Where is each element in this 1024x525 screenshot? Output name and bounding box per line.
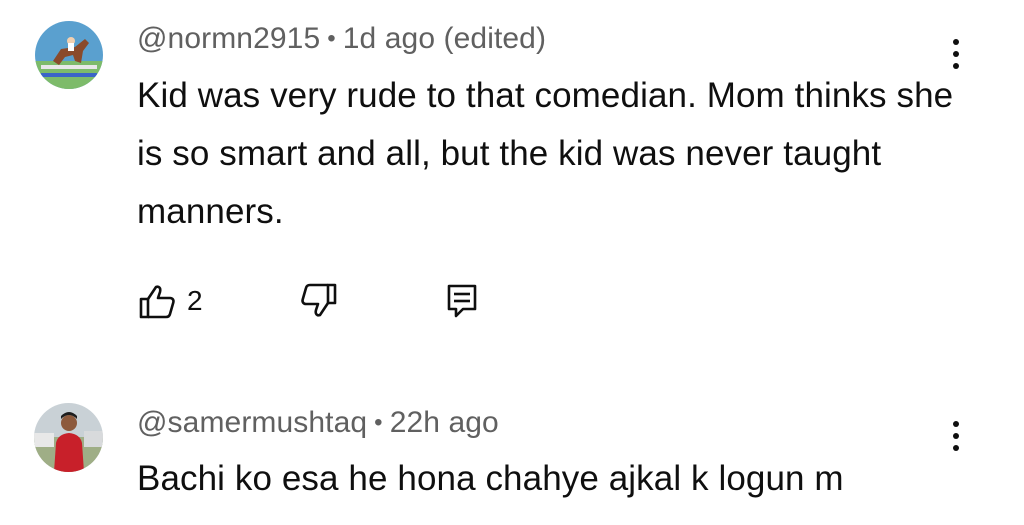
thumbs-up-icon: [139, 285, 175, 319]
comment-meta: @normn2915 • 1d ago (edited): [137, 22, 546, 56]
like-count: 2: [187, 285, 203, 316]
reply-icon: [447, 284, 477, 318]
more-options-button[interactable]: [942, 34, 970, 74]
comment-text: Bachi ko esa he hona chahye ajkal k logu…: [137, 459, 844, 498]
meta-separator: •: [374, 409, 383, 436]
comment-meta: @samermushtaq • 22h ago: [137, 406, 499, 440]
more-options-button[interactable]: [942, 416, 970, 456]
comment-item: @samermushtaq • 22h ago Bachi ko esa he ho…: [0, 392, 1024, 525]
comment-actions: 2: [137, 281, 537, 321]
like-button[interactable]: 2: [137, 281, 203, 321]
comment-author[interactable]: @samermushtaq: [137, 406, 367, 439]
avatar[interactable]: [34, 403, 103, 472]
comment-author[interactable]: @normn2915: [137, 22, 320, 55]
thumbs-down-icon: [301, 283, 337, 317]
comment-item: @normn2915 • 1d ago (edited) Kid was very …: [0, 0, 1024, 370]
dislike-button[interactable]: [299, 281, 339, 321]
more-vertical-icon: [953, 421, 959, 427]
reply-button[interactable]: [443, 281, 483, 321]
avatar[interactable]: [35, 21, 103, 89]
more-vertical-icon: [953, 39, 959, 45]
comment-timestamp[interactable]: 1d ago (edited): [343, 22, 546, 55]
comment-text: Kid was very rude to that comedian. Mom …: [137, 76, 954, 231]
horse-jump-avatar-image: [35, 21, 103, 89]
meta-separator: •: [327, 25, 336, 52]
comment-timestamp[interactable]: 22h ago: [390, 406, 499, 439]
person-photo-avatar-image: [34, 403, 103, 472]
